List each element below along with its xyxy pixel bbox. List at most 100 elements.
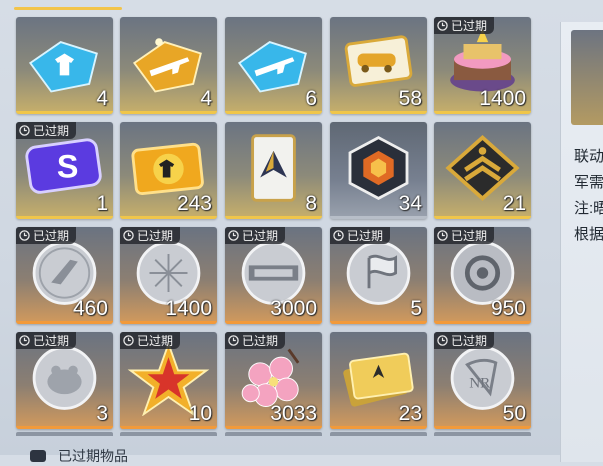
expired-badge-label: 已过期 — [451, 334, 488, 348]
silver-coin-flag-icon — [346, 241, 411, 305]
rarity-bar — [330, 111, 427, 114]
clock-icon — [228, 335, 239, 346]
rarity-bar — [120, 111, 217, 114]
rarity-bar — [330, 216, 427, 219]
inventory-item[interactable]: 4 — [120, 17, 217, 114]
clock-icon — [123, 230, 134, 241]
rarity-bar — [16, 321, 113, 324]
expired-badge-label: 已过期 — [137, 229, 174, 243]
inventory-item[interactable]: 21 — [434, 122, 531, 219]
expired-badge: 已过期 — [16, 332, 77, 349]
item-quantity: 3000 — [270, 297, 317, 320]
silver-coin-frog-icon — [32, 346, 97, 410]
item-quantity: 460 — [72, 297, 108, 320]
rarity-bar — [434, 111, 531, 114]
inventory-item[interactable]: 已过期 1400 — [434, 17, 531, 114]
expired-badge: 已过期 — [225, 227, 286, 244]
expired-badge-label: 已过期 — [137, 334, 174, 348]
svg-text:S: S — [57, 149, 79, 185]
item-quantity: 3033 — [270, 402, 317, 425]
item-quantity: 5 — [410, 297, 422, 320]
item-quantity: 1 — [96, 192, 108, 215]
inventory-item[interactable]: 4 — [16, 17, 113, 114]
clock-icon — [19, 230, 30, 241]
rarity-bar — [434, 216, 531, 219]
blue-puzzle-shirt-icon — [28, 41, 98, 93]
item-quantity: 950 — [490, 297, 526, 320]
clock-icon — [228, 230, 239, 241]
expired-badge-label: 已过期 — [242, 334, 279, 348]
rarity-bar — [225, 426, 322, 429]
clock-icon — [437, 20, 448, 31]
inventory-item[interactable]: S 已过期 1 — [16, 122, 113, 219]
inventory-item[interactable]: 已过期 3000 — [225, 227, 322, 324]
active-tab-indicator — [14, 7, 122, 10]
expired-badge: 已过期 — [434, 17, 495, 34]
gold-puzzle-rifle-icon — [132, 38, 202, 93]
rarity-bar — [330, 426, 427, 429]
inventory-item[interactable]: 已过期 5 — [330, 227, 427, 324]
detail-line-4: 根据 — [574, 226, 603, 243]
inventory-item[interactable]: 243 — [120, 122, 217, 219]
item-quantity: 1400 — [479, 87, 526, 110]
expired-badge-label: 已过期 — [242, 229, 279, 243]
rarity-bar — [120, 426, 217, 429]
rarity-bar — [16, 426, 113, 429]
expired-badge: 已过期 — [330, 227, 391, 244]
inventory-item[interactable]: 58 — [330, 17, 427, 114]
inventory-item[interactable]: 已过期 1400 — [120, 227, 217, 324]
inventory-item[interactable]: 已过期 950 — [434, 227, 531, 324]
clock-icon — [19, 125, 30, 136]
expired-badge: 已过期 — [120, 332, 181, 349]
clock-icon — [437, 335, 448, 346]
item-detail-panel: 联动 军需 注:晤 根据 — [560, 22, 603, 462]
detail-item-thumbnail — [571, 30, 603, 125]
item-quantity: 8 — [305, 192, 317, 215]
expired-section-header[interactable]: 已过期物品 — [30, 446, 128, 466]
svg-text:NR: NR — [469, 375, 491, 392]
item-quantity: 10 — [188, 402, 212, 425]
item-quantity: 21 — [502, 192, 526, 215]
rarity-bar — [120, 216, 217, 219]
rarity-bar — [16, 216, 113, 219]
inventory-item[interactable]: 34 — [330, 122, 427, 219]
rarity-bar — [434, 321, 531, 324]
item-quantity: 3 — [96, 402, 108, 425]
expired-badge: 已过期 — [225, 332, 286, 349]
inventory-item[interactable]: 23 — [330, 332, 427, 429]
item-quantity: 6 — [305, 87, 317, 110]
detail-line-1: 联动 — [574, 148, 603, 165]
inventory-item[interactable]: NR 已过期 50 — [434, 332, 531, 429]
item-quantity: 4 — [200, 87, 212, 110]
item-quantity: 243 — [176, 192, 212, 215]
expired-badge-label: 已过期 — [451, 229, 488, 243]
detail-line-3: 注:晤 — [574, 200, 603, 217]
inventory-item[interactable]: 已过期 3033 — [225, 332, 322, 429]
next-row-peek — [16, 432, 536, 436]
expired-badge-label: 已过期 — [33, 334, 70, 348]
inventory-item[interactable]: 已过期 460 — [16, 227, 113, 324]
tab-bar — [0, 0, 540, 12]
supply-card-icon — [251, 134, 296, 202]
inventory-item[interactable]: 已过期 10 — [120, 332, 217, 429]
rarity-bar — [225, 321, 322, 324]
rarity-bar — [120, 321, 217, 324]
expired-badge: 已过期 — [16, 227, 77, 244]
expired-badge-label: 已过期 — [347, 229, 384, 243]
inventory-item[interactable]: 已过期 3 — [16, 332, 113, 429]
clock-icon — [123, 335, 134, 346]
inventory-item[interactable]: 6 — [225, 17, 322, 114]
expired-badge: 已过期 — [434, 227, 495, 244]
rarity-bar — [16, 111, 113, 114]
inventory-item[interactable]: 8 — [225, 122, 322, 219]
expired-badge: 已过期 — [16, 122, 77, 139]
collapse-icon — [30, 450, 46, 462]
rarity-bar — [225, 216, 322, 219]
item-quantity: 1400 — [165, 297, 212, 320]
clock-icon — [437, 230, 448, 241]
rarity-bar — [330, 321, 427, 324]
clock-icon — [333, 230, 344, 241]
rarity-bar — [225, 111, 322, 114]
clock-icon — [19, 335, 30, 346]
expired-badge: 已过期 — [120, 227, 181, 244]
